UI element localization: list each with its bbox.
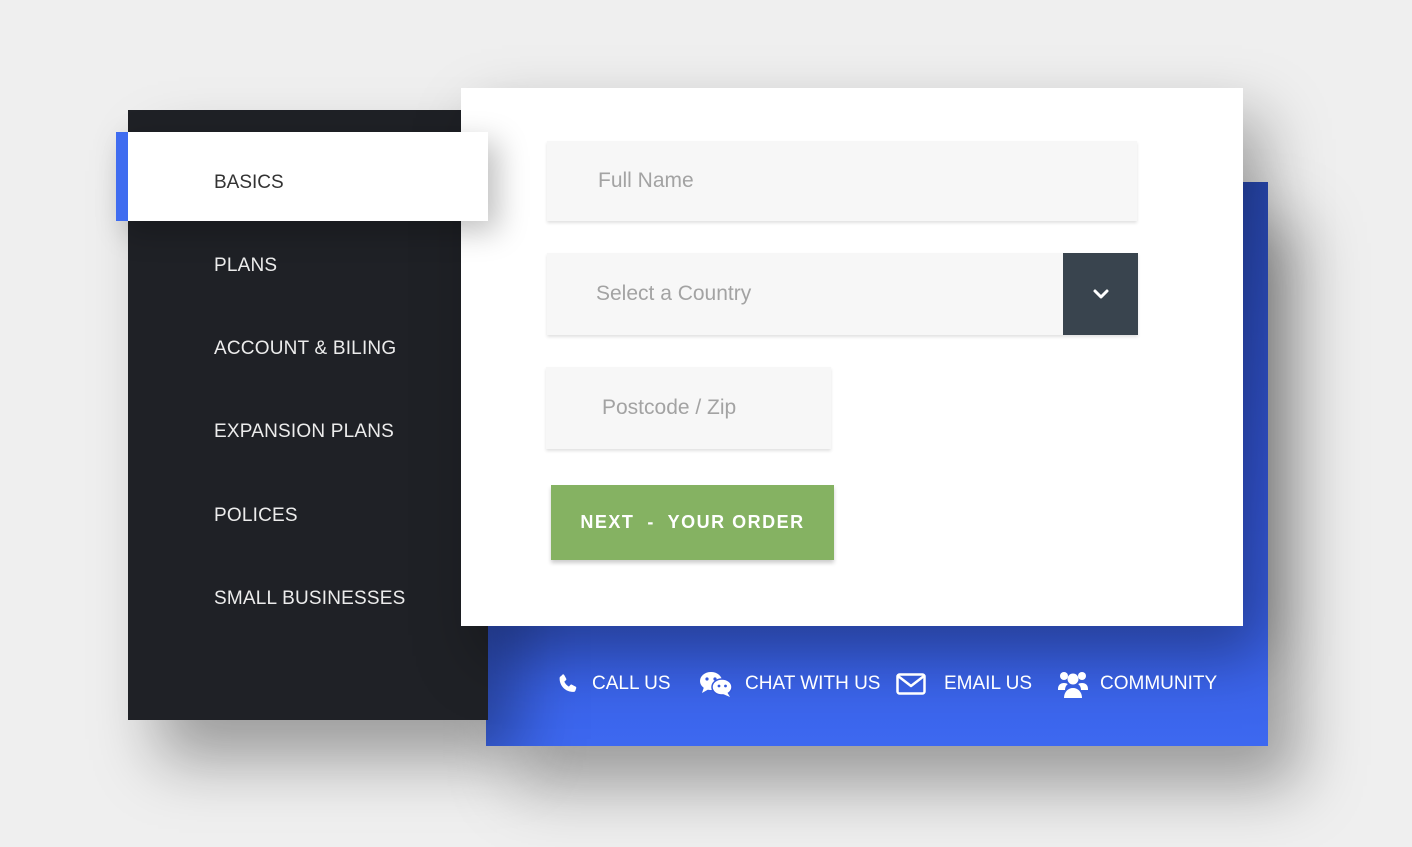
community-link[interactable]: COMMUNITY [1058,664,1217,704]
page-canvas: PLANS ACCOUNT & BILING EXPANSION PLANS P… [0,0,1412,847]
full-name-field[interactable] [547,141,1137,221]
chat-with-us-link[interactable]: CHAT WITH US [699,664,880,704]
email-us-label: EMAIL US [944,673,1032,694]
sidebar-item-basics-label: BASICS [214,172,284,193]
postcode-field[interactable] [546,367,831,449]
chat-with-us-label: CHAT WITH US [745,673,881,694]
active-indicator [116,132,128,221]
sidebar-item-account-billing[interactable]: ACCOUNT & BILING [214,338,396,360]
country-select-value: Select a Country [596,282,752,305]
sidebar-item-basics[interactable]: BASICS [116,132,488,221]
users-icon [1058,672,1088,698]
phone-icon [559,674,577,692]
email-us-link[interactable]: EMAIL US [896,664,1032,704]
sidebar-item-small-businesses[interactable]: SMALL BUSINESSES [214,588,406,610]
form-card: Select a Country NEXT - YOUR ORDER [461,88,1243,626]
wechat-icon [700,672,733,697]
sidebar-item-polices[interactable]: POLICES [214,505,298,527]
call-us-link[interactable]: CALL US [556,664,671,704]
postcode-input[interactable] [602,367,831,449]
chevron-down-icon [1093,289,1108,299]
community-label: COMMUNITY [1100,673,1218,694]
call-us-label: CALL US [592,673,671,694]
country-select[interactable]: Select a Country [547,253,1138,335]
sidebar-item-expansion-plans[interactable]: EXPANSION PLANS [214,421,394,443]
select-caret-button[interactable] [1063,253,1138,335]
sidebar-item-plans[interactable]: PLANS [214,255,277,277]
next-your-order-button[interactable]: NEXT - YOUR ORDER [551,485,834,560]
full-name-input[interactable] [598,141,1137,221]
envelope-icon [896,673,926,695]
